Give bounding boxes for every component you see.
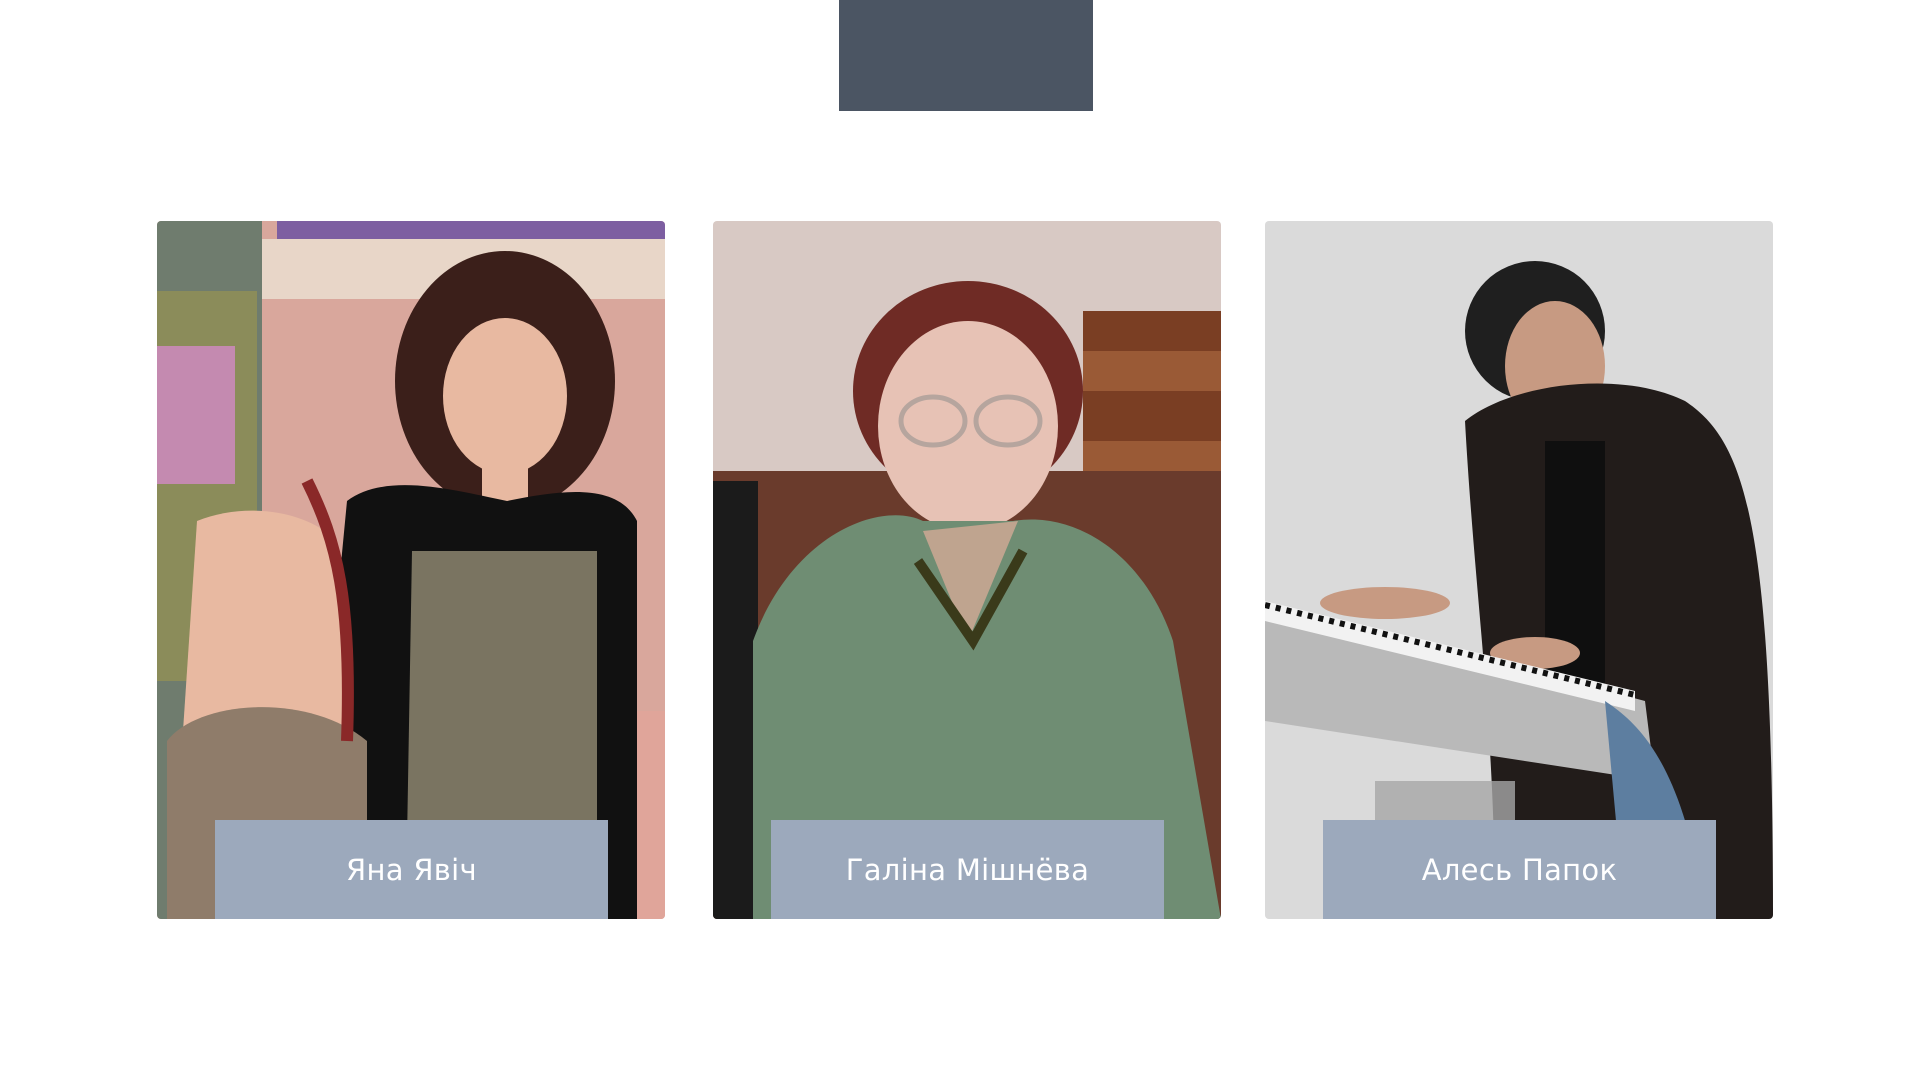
member-photo: [157, 221, 665, 919]
member-photo: [1265, 221, 1773, 919]
member-name: Яна Явіч: [215, 820, 608, 919]
team-member-card[interactable]: Алесь Папок: [1265, 221, 1773, 919]
team-member-card[interactable]: Яна Явіч: [157, 221, 665, 919]
team-member-card[interactable]: Галіна Мішнёва: [713, 221, 1221, 919]
member-photo: [713, 221, 1221, 919]
member-name: Галіна Мішнёва: [771, 820, 1164, 919]
header-block: [839, 0, 1093, 111]
member-name: Алесь Папок: [1323, 820, 1716, 919]
